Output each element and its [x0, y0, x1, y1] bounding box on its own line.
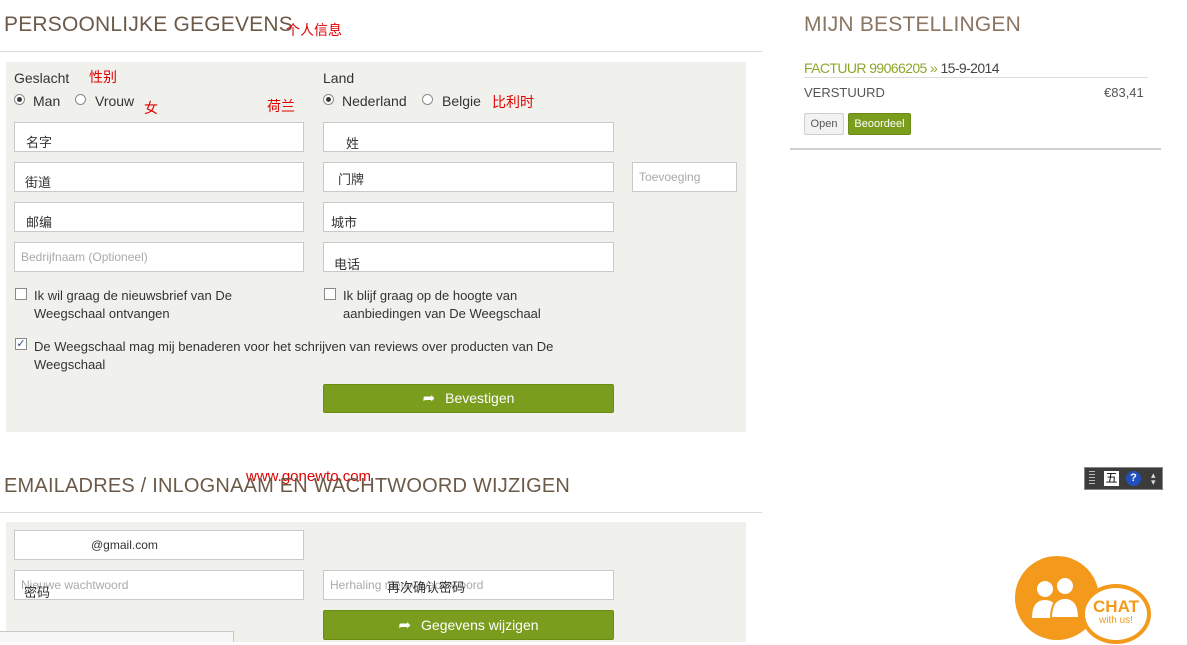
company-input[interactable]: Bedrijfnaam (Optioneel): [14, 242, 304, 272]
street-annotation: 街道: [25, 175, 52, 190]
lastname-input[interactable]: 姓: [323, 122, 614, 152]
postcode-input[interactable]: 邮编: [14, 202, 304, 232]
confirm-button-label: Bevestigen: [445, 390, 515, 406]
city-annotation: 城市: [331, 215, 358, 230]
order-open-button[interactable]: Open: [804, 113, 844, 135]
gender-vrouw-radio[interactable]: [75, 94, 86, 105]
title-annotation: 个人信息: [286, 22, 342, 38]
gender-vrouw-label[interactable]: Vrouw: [95, 93, 134, 109]
housenumber-annotation: 门牌: [338, 172, 365, 187]
chat-bubble[interactable]: CHAT with us!: [1081, 584, 1151, 644]
phone-annotation: 电话: [334, 257, 361, 272]
email-input[interactable]: @gmail.com: [14, 530, 304, 560]
invoice-link[interactable]: FACTUUR 99066205: [804, 60, 927, 76]
reviews-checkbox[interactable]: [15, 338, 27, 350]
firstname-annotation: 名字: [26, 135, 53, 150]
grip-icon: [1089, 471, 1095, 486]
orders-bottom-divider: [790, 148, 1161, 150]
order-review-button[interactable]: Beoordeel: [848, 113, 911, 135]
city-input[interactable]: 城市: [323, 202, 614, 232]
invoice-line: FACTUUR 99066205 » 15-9-2014: [804, 60, 1000, 76]
order-divider: [804, 77, 1148, 78]
help-icon[interactable]: ?: [1126, 471, 1141, 486]
orders-section-title: MIJN BESTELLINGEN: [804, 13, 1021, 36]
order-amount: €83,41: [1104, 85, 1144, 100]
invoice-separator: »: [926, 60, 941, 76]
gender-annotation: 性别: [89, 69, 117, 85]
confirm-button[interactable]: ➦ Bevestigen: [323, 384, 614, 413]
section-divider: [0, 51, 762, 52]
email-value: @gmail.com: [91, 538, 158, 552]
repeat-password-annotation: 再次确认密码: [387, 580, 466, 595]
change-details-button-label: Gegevens wijzigen: [421, 617, 539, 633]
new-password-input[interactable]: Nieuwe wachtwoord 密码: [14, 570, 304, 600]
ime-toolbar[interactable]: 五 ? ▴ ▾: [1084, 467, 1163, 490]
belgium-annotation: 比利时: [492, 94, 534, 110]
street-input[interactable]: 街道: [14, 162, 304, 192]
ime-wubi-icon[interactable]: 五: [1104, 471, 1119, 486]
offers-checkbox[interactable]: [324, 288, 336, 300]
chat-label: CHAT: [1093, 597, 1139, 616]
phone-input[interactable]: 电话: [323, 242, 614, 272]
chat-sublabel: with us!: [1099, 615, 1133, 626]
postcode-annotation: 邮编: [26, 215, 53, 230]
country-nederland-label[interactable]: Nederland: [342, 93, 407, 109]
housenumber-input[interactable]: 门牌: [323, 162, 614, 192]
share-arrow-icon: ➦: [398, 617, 412, 634]
invoice-date: 15-9-2014: [940, 60, 999, 76]
country-label: Land: [323, 70, 355, 86]
order-open-label: Open: [810, 118, 838, 130]
country-belgie-label[interactable]: Belgie: [442, 93, 481, 109]
company-placeholder: Bedrijfnaam (Optioneel): [21, 250, 148, 264]
newsletter-checkbox[interactable]: [15, 288, 27, 300]
personal-section-title: PERSOONLIJKE GEGEVENS: [4, 13, 293, 36]
share-arrow-icon: ➦: [422, 390, 436, 407]
gender-man-radio[interactable]: [14, 94, 25, 105]
addition-placeholder: Toevoeging: [639, 170, 701, 184]
female-annotation: 女: [144, 100, 158, 116]
addition-input[interactable]: Toevoeging: [632, 162, 737, 192]
firstname-input[interactable]: 名字: [14, 122, 304, 152]
repeat-password-input[interactable]: Herhaling nieuw wachtwoord 再次确认密码: [323, 570, 614, 600]
country-belgie-radio[interactable]: [422, 94, 433, 105]
order-status: VERSTUURD: [804, 85, 885, 100]
reviews-label[interactable]: De Weegschaal mag mij benaderen voor het…: [34, 338, 624, 374]
lastname-annotation: 姓: [346, 136, 360, 151]
change-details-button[interactable]: ➦ Gegevens wijzigen: [323, 610, 614, 640]
section-divider: [0, 512, 762, 513]
netherlands-annotation: 荷兰: [267, 98, 295, 114]
gender-man-label[interactable]: Man: [33, 93, 60, 109]
menu-arrows-icon[interactable]: ▴ ▾: [1151, 471, 1156, 487]
partial-popup: [0, 631, 234, 642]
password-annotation: 密码: [24, 585, 51, 600]
gender-label: Geslacht: [14, 70, 70, 86]
order-review-label: Beoordeel: [854, 118, 905, 130]
offers-label[interactable]: Ik blijf graag op de hoogte van aanbiedi…: [343, 287, 583, 323]
newsletter-label[interactable]: Ik wil graag de nieuwsbrief van De Weegs…: [34, 287, 274, 323]
country-nederland-radio[interactable]: [323, 94, 334, 105]
email-section-title: EMAILADRES / INLOGNAAM EN WACHTWOORD WIJ…: [4, 475, 571, 497]
